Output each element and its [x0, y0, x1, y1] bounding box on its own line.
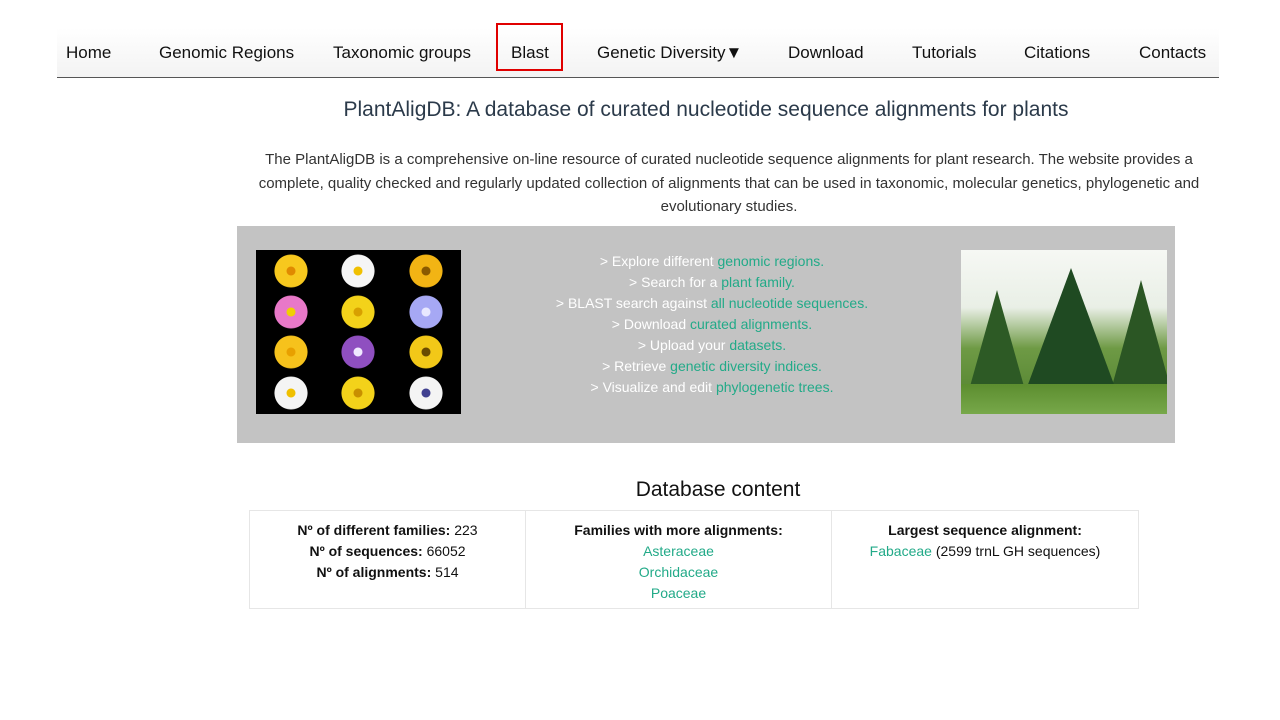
- hero-line-search: > Search for a plant family.: [629, 274, 795, 290]
- nav-blast[interactable]: Blast: [511, 28, 549, 77]
- nav-home[interactable]: Home: [66, 28, 111, 77]
- family-link-asteraceae[interactable]: Asteraceae: [532, 541, 825, 562]
- flower-10: [258, 374, 324, 413]
- link-genetic-diversity-indices[interactable]: genetic diversity indices.: [670, 358, 822, 374]
- main-navbar: Home Genomic Regions Taxonomic groups Bl…: [57, 28, 1219, 78]
- sequences-label: Nº of sequences:: [309, 543, 423, 559]
- family-link-fabaceae[interactable]: Fabaceae: [870, 543, 932, 559]
- flower-7: [258, 333, 324, 372]
- hero-line-visualize: > Visualize and edit phylogenetic trees.: [590, 379, 834, 395]
- link-genomic-regions[interactable]: genomic regions.: [718, 253, 825, 269]
- nav-genetic-diversity[interactable]: Genetic Diversity▼: [597, 28, 742, 77]
- alignments-label: Nº of alignments:: [316, 564, 432, 580]
- families-value: 223: [454, 522, 478, 538]
- hero-line-retrieve: > Retrieve genetic diversity indices.: [602, 358, 822, 374]
- nav-genomic-regions[interactable]: Genomic Regions: [159, 28, 294, 77]
- link-phylogenetic-trees[interactable]: phylogenetic trees.: [716, 379, 834, 395]
- flower-6: [393, 293, 459, 332]
- nav-download[interactable]: Download: [788, 28, 864, 77]
- hero-feature-list: > Explore different genomic regions. > S…: [497, 251, 927, 398]
- database-content-table: Nº of different families: 223 Nº of sequ…: [249, 510, 1139, 609]
- link-plant-family[interactable]: plant family.: [721, 274, 795, 290]
- link-curated-alignments[interactable]: curated alignments.: [690, 316, 812, 332]
- families-label: Nº of different families:: [297, 522, 451, 538]
- link-all-nucleotide-sequences[interactable]: all nucleotide sequences.: [711, 295, 868, 311]
- nav-contacts[interactable]: Contacts: [1139, 28, 1206, 77]
- hero-line-download: > Download curated alignments.: [611, 316, 813, 332]
- sequences-value: 66052: [426, 543, 466, 559]
- db-counts-cell: Nº of different families: 223 Nº of sequ…: [249, 510, 526, 609]
- flowers-image: [256, 250, 461, 414]
- flower-2: [326, 252, 392, 291]
- nav-citations[interactable]: Citations: [1024, 28, 1090, 77]
- largest-alignment-label: Largest sequence alignment:: [888, 522, 1082, 538]
- db-largest-cell: Largest sequence alignment: Fabaceae (25…: [831, 510, 1139, 609]
- largest-alignment-detail: (2599 trnL GH sequences): [935, 543, 1101, 559]
- hero-line-explore: > Explore different genomic regions.: [599, 253, 825, 269]
- database-content-title: Database content: [635, 478, 801, 501]
- nav-tutorials[interactable]: Tutorials: [912, 28, 977, 77]
- flower-3: [393, 252, 459, 291]
- family-link-poaceae[interactable]: Poaceae: [532, 583, 825, 604]
- pine-tree-image: [961, 250, 1167, 414]
- flower-11: [326, 374, 392, 413]
- hero-line-blast: > BLAST search against all nucleotide se…: [555, 295, 869, 311]
- flower-5: [326, 293, 392, 332]
- intro-paragraph: The PlantAligDB is a comprehensive on-li…: [258, 151, 1200, 215]
- link-datasets[interactable]: datasets.: [729, 337, 786, 353]
- flower-4: [258, 293, 324, 332]
- flower-9: [393, 333, 459, 372]
- family-link-orchidaceae[interactable]: Orchidaceae: [532, 562, 825, 583]
- more-alignments-label: Families with more alignments:: [574, 522, 783, 538]
- hero-line-upload: > Upload your datasets.: [637, 337, 787, 353]
- nav-taxonomic-groups[interactable]: Taxonomic groups: [333, 28, 471, 77]
- flower-8: [326, 333, 392, 372]
- alignments-value: 514: [435, 564, 459, 580]
- flower-12: [393, 374, 459, 413]
- flower-1: [258, 252, 324, 291]
- db-top-families-cell: Families with more alignments: Asteracea…: [525, 510, 832, 609]
- page-title: PlantAligDB: A database of curated nucle…: [343, 98, 1069, 121]
- hero-banner: > Explore different genomic regions. > S…: [237, 226, 1175, 443]
